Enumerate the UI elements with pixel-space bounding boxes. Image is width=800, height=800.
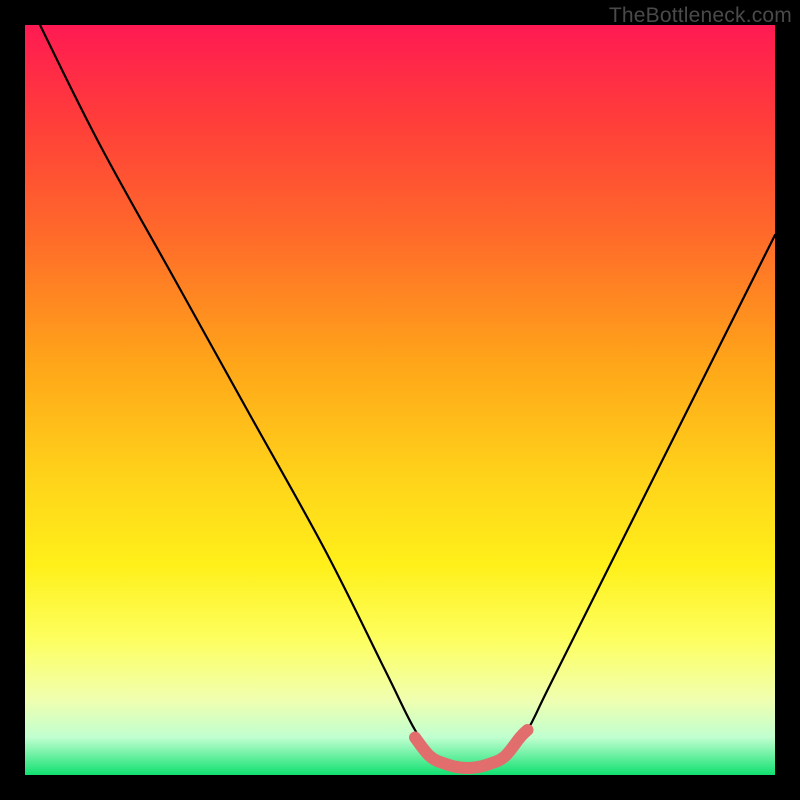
curve-line [40, 25, 775, 769]
chart-svg [25, 25, 775, 775]
sweet-spot-highlight [415, 730, 528, 768]
chart-plot-area [25, 25, 775, 775]
